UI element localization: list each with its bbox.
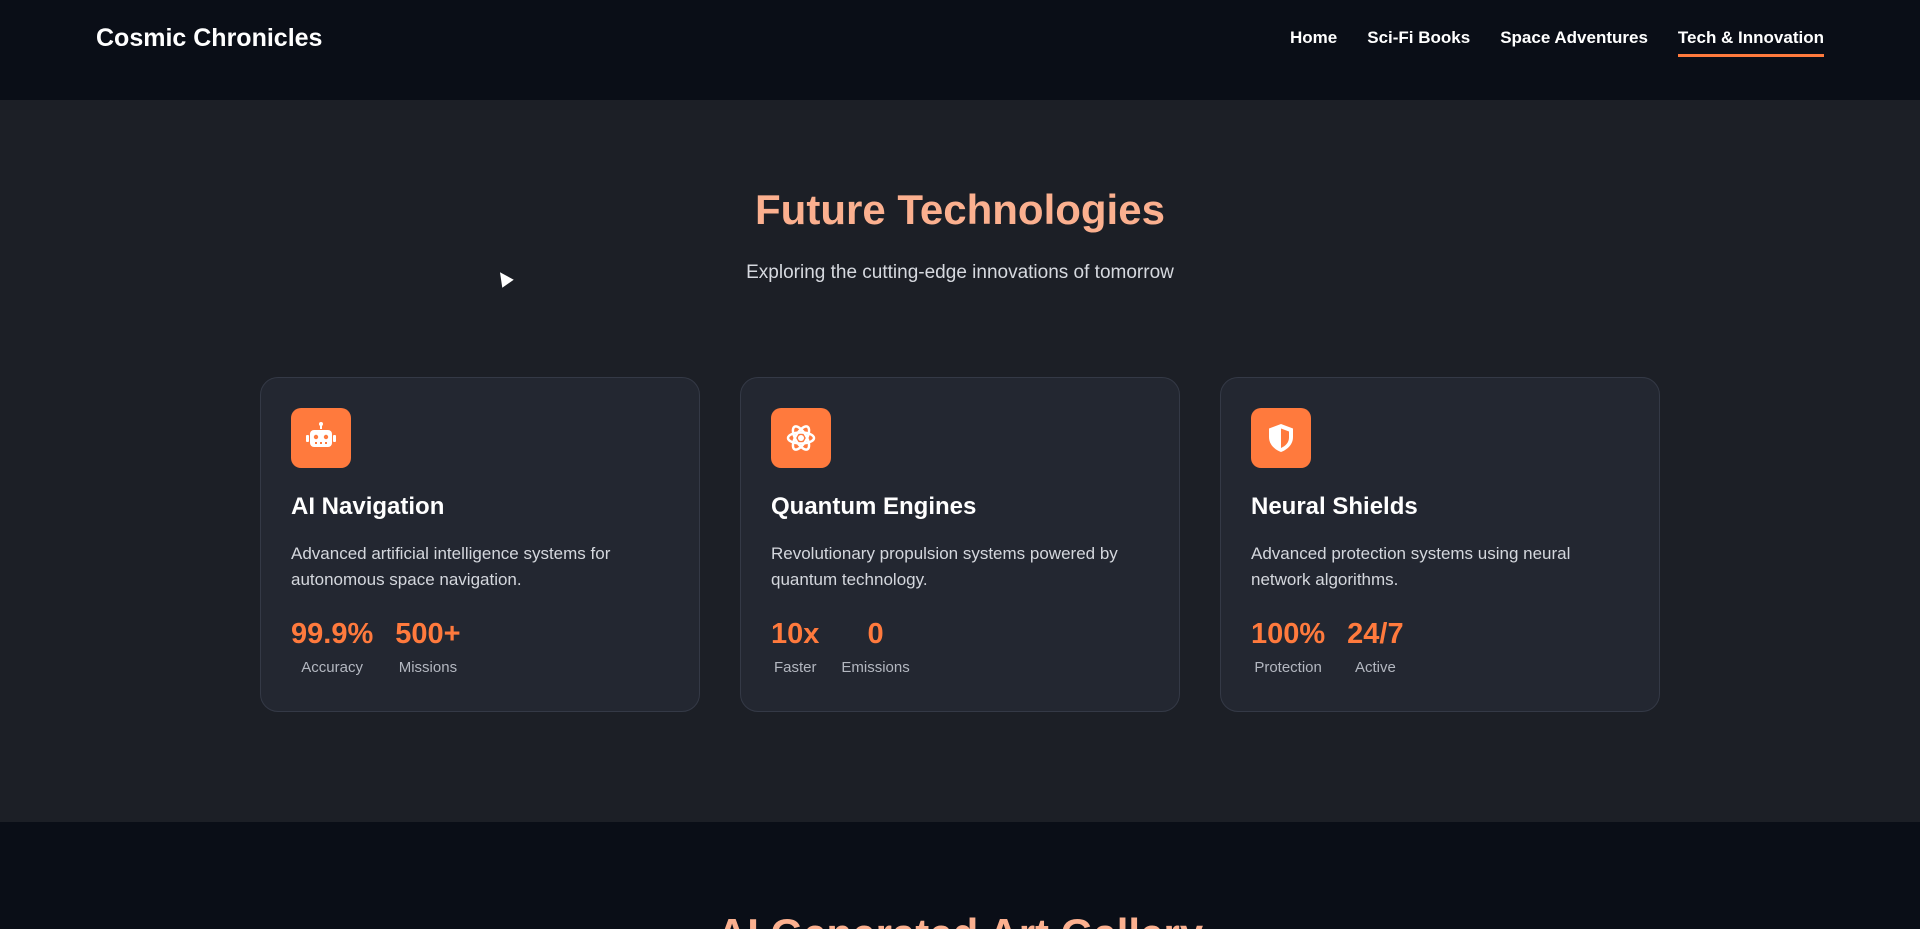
stat-value: 10x bbox=[771, 618, 820, 650]
stat: 99.9% Accuracy bbox=[291, 618, 373, 676]
stat-value: 99.9% bbox=[291, 618, 374, 650]
tech-card-quantum-engines[interactable]: Quantum Engines Revolutionary propulsion… bbox=[740, 377, 1180, 712]
stat-value: 500+ bbox=[395, 618, 461, 650]
card-stats: 10x Faster 0 Emissions bbox=[771, 618, 910, 676]
stat-label: Active bbox=[1354, 659, 1396, 676]
nav-link-tech-innovation[interactable]: Tech & Innovation bbox=[1677, 28, 1824, 57]
stat: 100% Protection bbox=[1251, 618, 1325, 676]
stat-value: 0 bbox=[867, 618, 884, 650]
card-description: Advanced artificial intelligence systems… bbox=[291, 544, 611, 589]
robot-icon bbox=[291, 408, 351, 468]
section-title: Future Technologies bbox=[755, 186, 1165, 233]
navbar: Cosmic Chronicles Home Sci-Fi Books Spac… bbox=[0, 0, 1920, 100]
shield-icon bbox=[1251, 408, 1311, 468]
card-title: Neural Shields bbox=[1251, 493, 1418, 520]
card-description: Revolutionary propulsion systems powered… bbox=[771, 544, 1118, 589]
stat-value: 100% bbox=[1251, 618, 1326, 650]
nav-links: Home Sci-Fi Books Space Adventures Tech … bbox=[1290, 28, 1824, 57]
tech-card-ai-navigation[interactable]: AI Navigation Advanced artificial intell… bbox=[260, 377, 700, 712]
stat: 500+ Missions bbox=[395, 618, 460, 676]
stat-label: Missions bbox=[398, 659, 458, 676]
gallery-section: AI Generated Art Gallery bbox=[0, 822, 1920, 929]
nav-link-sci-fi-books[interactable]: Sci-Fi Books bbox=[1367, 28, 1470, 57]
section-subtitle: Exploring the cutting-edge innovations o… bbox=[746, 262, 1174, 283]
nav-link-home[interactable]: Home bbox=[1290, 28, 1337, 57]
nav-link-space-adventures[interactable]: Space Adventures bbox=[1500, 28, 1648, 57]
stat-label: Protection bbox=[1254, 659, 1322, 676]
stat-label: Faster bbox=[773, 659, 817, 676]
stat: 24/7 Active bbox=[1347, 618, 1403, 676]
card-title: AI Navigation bbox=[291, 493, 445, 520]
tech-card-neural-shields[interactable]: Neural Shields Advanced protection syste… bbox=[1220, 377, 1660, 712]
stat-value: 24/7 bbox=[1347, 618, 1404, 650]
stat-label: Emissions bbox=[841, 659, 910, 676]
card-title: Quantum Engines bbox=[771, 493, 977, 520]
brand-logo[interactable]: Cosmic Chronicles bbox=[96, 24, 322, 53]
gallery-title: AI Generated Art Gallery bbox=[0, 910, 1920, 929]
stat: 10x Faster bbox=[771, 618, 819, 676]
card-stats: 100% Protection 24/7 Active bbox=[1251, 618, 1404, 676]
card-description: Advanced protection systems using neural… bbox=[1251, 544, 1571, 589]
stat: 0 Emissions bbox=[841, 618, 909, 676]
atom-icon bbox=[771, 408, 831, 468]
card-stats: 99.9% Accuracy 500+ Missions bbox=[291, 618, 461, 676]
stat-label: Accuracy bbox=[301, 659, 363, 676]
